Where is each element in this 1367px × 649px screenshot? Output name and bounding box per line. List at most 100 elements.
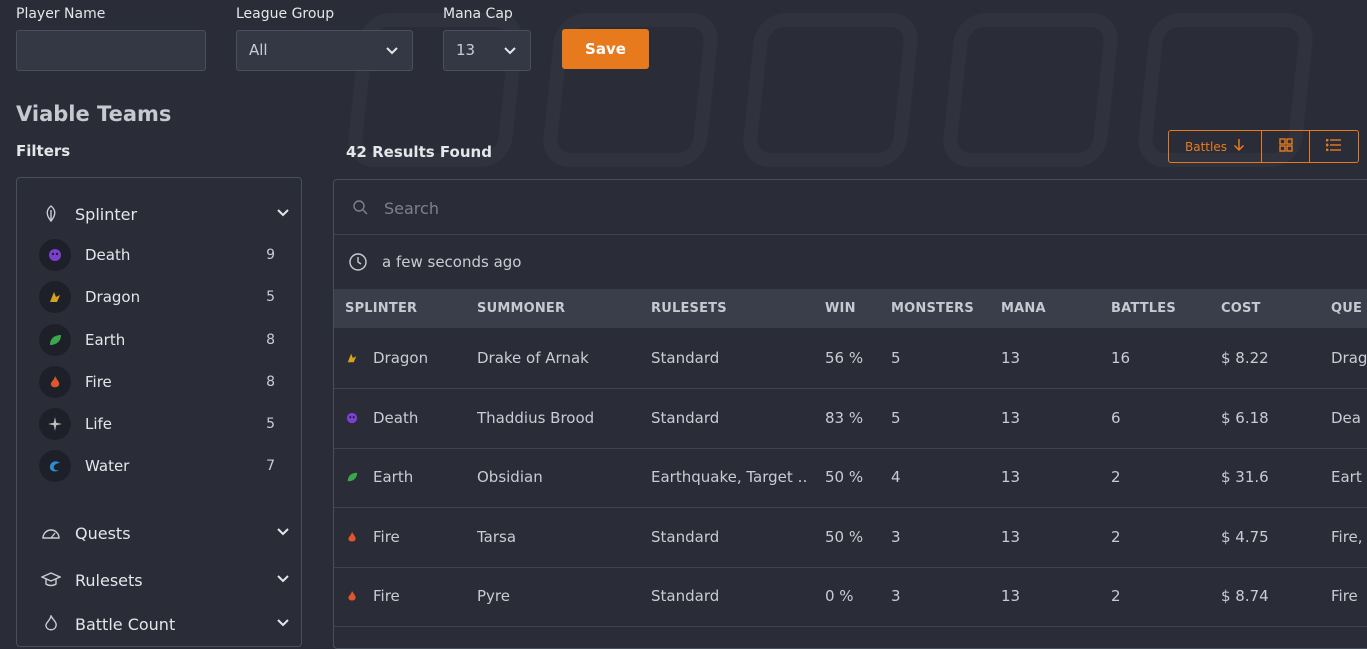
splinter-filter-water[interactable]: Water 7 (39, 450, 275, 482)
last-updated: a few seconds ago (334, 235, 1367, 288)
splinter-name: Dragon (373, 349, 429, 367)
quests-section-label: Quests (75, 523, 131, 543)
league-group-label: League Group (236, 6, 335, 22)
quest-cell: Fire, (1331, 528, 1363, 546)
splinter-filter-fire[interactable]: Fire 8 (39, 366, 275, 398)
splinter-name: Fire (373, 587, 400, 605)
splinter-cell: Dragon (345, 349, 428, 367)
splinter-name: Death (373, 409, 419, 427)
monsters-cell: 3 (891, 528, 901, 546)
quest-cell: Dea (1331, 409, 1361, 427)
dragon-splinter-icon (345, 351, 359, 365)
splinter-filter-dragon[interactable]: Dragon 5 (39, 281, 275, 313)
table-row[interactable]: Fire Pyre Standard 0 % 3 13 2 $ 8.74 Fir… (334, 567, 1367, 627)
list-icon (1325, 138, 1342, 154)
search-bar (334, 180, 1367, 235)
page-title: Viable Teams (16, 102, 172, 126)
quest-cell: Eart (1331, 468, 1362, 486)
chevron-down-icon (502, 42, 518, 62)
splinter-filter-earth[interactable]: Earth 8 (39, 324, 275, 356)
column-header-win[interactable]: WIN (825, 301, 856, 316)
table-row[interactable]: Earth Obsidian Earthquake, Target … 50 %… (334, 448, 1367, 508)
column-header-cost[interactable]: COST (1221, 301, 1261, 316)
splinter-section-header[interactable]: Splinter (41, 204, 291, 224)
league-group-value: All (249, 41, 268, 59)
rulesets-section-label: Rulesets (75, 570, 143, 590)
save-button[interactable]: Save (562, 29, 649, 69)
splinter-name: Water (85, 457, 130, 475)
filter-panel: Splinter Death 9 Dragon 5 Earth 8 Fire 8… (16, 177, 302, 647)
column-header-rulesets[interactable]: RULESETS (651, 301, 727, 316)
cost-cell: $ 6.18 (1221, 409, 1269, 427)
column-header-splinter[interactable]: SPLINTER (345, 301, 417, 316)
cost-cell: $ 8.74 (1221, 587, 1269, 605)
player-name-input[interactable] (16, 30, 206, 71)
mana-cap-select[interactable]: 13 (443, 30, 531, 71)
summoner-cell: Obsidian (477, 468, 543, 486)
monsters-cell: 5 (891, 349, 901, 367)
splinter-section-label: Splinter (75, 204, 138, 224)
column-header-summoner[interactable]: SUMMONER (477, 301, 565, 316)
cost-cell: $ 8.22 (1221, 349, 1269, 367)
fire-splinter-icon (39, 366, 71, 398)
search-input[interactable] (382, 194, 1286, 222)
chevron-down-icon (275, 523, 291, 543)
splinter-filter-life[interactable]: Life 5 (39, 408, 275, 440)
battles-cell: 6 (1111, 409, 1121, 427)
win-cell: 50 % (825, 468, 864, 486)
splinter-cell: Fire (345, 528, 400, 546)
death-splinter-icon (345, 411, 359, 425)
summoner-cell: Pyre (477, 587, 510, 605)
splinter-count: 8 (266, 374, 275, 390)
list-view-button[interactable] (1310, 130, 1359, 163)
win-cell: 83 % (825, 409, 864, 427)
splinter-count: 9 (266, 247, 275, 263)
rulesets-cell: Standard (651, 528, 720, 546)
splinter-filter-death[interactable]: Death 9 (39, 239, 275, 271)
league-group-select[interactable]: All (236, 30, 413, 71)
graduation-cap-icon (41, 570, 61, 590)
battle-count-section-label: Battle Count (75, 614, 176, 634)
win-cell: 50 % (825, 528, 864, 546)
quest-cell: Drag (1331, 349, 1367, 367)
sort-battles-button[interactable]: Battles (1168, 130, 1262, 163)
grid-view-button[interactable] (1262, 130, 1310, 163)
fire-splinter-icon (345, 530, 359, 544)
summoner-cell: Tarsa (477, 528, 517, 546)
column-header-battles[interactable]: BATTLES (1111, 301, 1176, 316)
teams-table-panel: a few seconds ago SPLINTER SUMMONER RULE… (333, 179, 1367, 649)
search-icon (352, 199, 368, 219)
splinter-name: Life (85, 415, 113, 433)
view-toolbar: Battles (1168, 130, 1359, 163)
table-row[interactable]: Fire Tarsa Standard 50 % 3 13 2 $ 4.75 F… (334, 508, 1367, 568)
monsters-cell: 5 (891, 409, 901, 427)
gauge-icon (41, 523, 61, 543)
column-header-mana[interactable]: MANA (1001, 301, 1046, 316)
sort-label: Battles (1185, 139, 1227, 154)
battles-cell: 2 (1111, 528, 1121, 546)
chevron-down-icon (275, 614, 291, 634)
splinter-name: Fire (373, 528, 400, 546)
table-row[interactable]: Death Thaddius Brood Standard 83 % 5 13 … (334, 389, 1367, 449)
splinter-name: Fire (85, 373, 112, 391)
summoner-cell: Drake of Arnak (477, 349, 589, 367)
battles-cell: 2 (1111, 587, 1121, 605)
dragon-splinter-icon (39, 281, 71, 313)
arrow-down-icon (1233, 138, 1245, 155)
column-header-quest[interactable]: QUE (1331, 301, 1362, 316)
life-splinter-icon (39, 408, 71, 440)
splinter-count: 5 (266, 416, 275, 432)
table-row[interactable]: Dragon Drake of Arnak Standard 56 % 5 13… (334, 329, 1367, 389)
battle-count-section-header[interactable]: Battle Count (41, 614, 291, 634)
splinter-count: 7 (266, 458, 275, 474)
player-name-label: Player Name (16, 6, 106, 22)
clock-icon (348, 252, 368, 272)
earth-splinter-icon (345, 470, 359, 484)
column-header-monsters[interactable]: MONSTERS (891, 301, 974, 316)
rulesets-cell: Standard (651, 409, 720, 427)
rulesets-section-header[interactable]: Rulesets (41, 570, 291, 590)
quests-section-header[interactable]: Quests (41, 523, 291, 543)
last-updated-text: a few seconds ago (382, 252, 522, 271)
splinter-name: Earth (373, 468, 414, 486)
summoner-cell: Thaddius Brood (477, 409, 595, 427)
